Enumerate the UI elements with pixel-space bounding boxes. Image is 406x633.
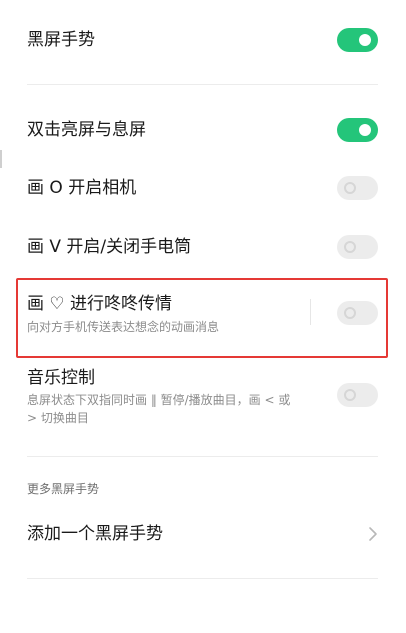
toggle-knob [359,34,371,46]
double-tap-toggle[interactable] [337,118,378,142]
setting-row-double-tap[interactable]: 双击亮屏与息屏 [0,100,406,160]
draw-o-toggle[interactable] [337,176,378,200]
section-header-more-gestures: 更多黑屏手势 [27,482,100,496]
master-gesture-toggle[interactable] [337,28,378,52]
setting-title: 双击亮屏与息屏 [27,120,146,140]
toggle-knob [359,124,371,136]
toggle-knob [344,182,356,194]
add-gesture-row[interactable]: 添加一个黑屏手势 [0,506,406,562]
chevron-right-icon [369,527,377,541]
setting-row-music-control[interactable]: 音乐控制 息屏状态下双指同时画 ‖ 暂停/播放曲目，画 < 或 > 切换曲目 [0,360,406,440]
setting-title: 音乐控制 [27,368,95,388]
draw-v-toggle[interactable] [337,235,378,259]
toggle-knob [344,389,356,401]
highlight-box [16,278,388,358]
setting-row-master-gesture[interactable]: 黑屏手势 [0,0,406,80]
setting-subtitle-line2: > 切换曲目 [27,411,89,425]
setting-title: 黑屏手势 [27,30,95,50]
divider [27,578,378,579]
add-gesture-label: 添加一个黑屏手势 [27,524,163,544]
divider [27,456,378,457]
setting-row-draw-o[interactable]: 画 O 开启相机 [0,160,406,216]
setting-title: 画 V 开启/关闭手电筒 [27,237,192,257]
setting-subtitle-line1: 息屏状态下双指同时画 ‖ 暂停/播放曲目，画 < 或 [27,393,291,407]
music-control-toggle[interactable] [337,383,378,407]
toggle-knob [344,241,356,253]
setting-row-draw-v[interactable]: 画 V 开启/关闭手电筒 [0,216,406,276]
screen-off-gestures-screen: 黑屏手势 双击亮屏与息屏 画 O 开启相机 画 V 开启/关闭手电筒 画 ♡ 进… [0,0,406,633]
divider [27,84,378,85]
setting-title: 画 O 开启相机 [27,178,137,198]
